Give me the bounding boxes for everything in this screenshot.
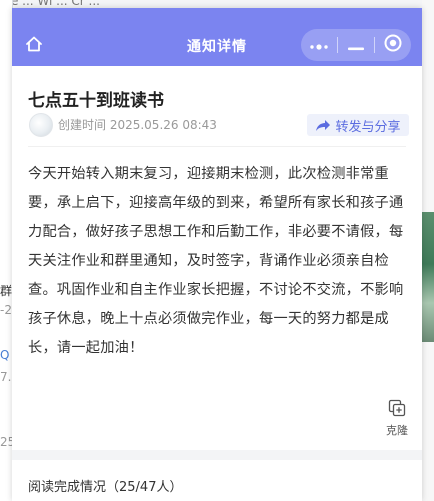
minimize-button[interactable] [338, 29, 374, 61]
title-bar: 通知详情 [12, 8, 422, 66]
background-snippet: 群 [0, 284, 13, 298]
clone-icon [388, 399, 406, 421]
background-snippet: Q [0, 348, 10, 362]
created-time: 创建时间 2025.05.26 08:43 [58, 118, 217, 132]
notice-title: 七点五十到班读书 [28, 91, 164, 111]
close-circle-icon [383, 33, 403, 57]
reading-status-card[interactable]: 阅读完成情况（25/47人） [12, 460, 422, 501]
divider [28, 146, 406, 147]
avatar [29, 113, 53, 137]
clone-button[interactable]: 克隆 [382, 399, 412, 438]
notice-card: 七点五十到班读书 创建时间 2025.05.26 08:43 转发与分享 今天开… [12, 66, 422, 450]
notice-detail-window: 通知详情 七点五十到班读书 创建时间 2025.05.26 08:43 转发与分… [12, 8, 422, 501]
background-snippet: -2 [0, 303, 12, 317]
background-photo [422, 212, 434, 342]
more-button[interactable] [301, 29, 337, 61]
minimize-icon [348, 36, 364, 55]
capsule-menu [301, 29, 411, 61]
clone-label: 克隆 [386, 424, 408, 437]
share-arrow-icon [316, 119, 331, 131]
background-top-text: ste ... Wi ... Cr ... [0, 0, 100, 8]
close-button[interactable] [375, 29, 411, 61]
share-button[interactable]: 转发与分享 [307, 114, 409, 136]
more-dots-icon [309, 36, 329, 55]
share-label: 转发与分享 [335, 119, 401, 135]
reading-status-label: 阅读完成情况（25/47人） [28, 480, 183, 495]
notice-body: 今天开始转入期末复习，迎接期末检测，此次检测非常重要，承上启下，迎接高年级的到来… [28, 166, 404, 356]
